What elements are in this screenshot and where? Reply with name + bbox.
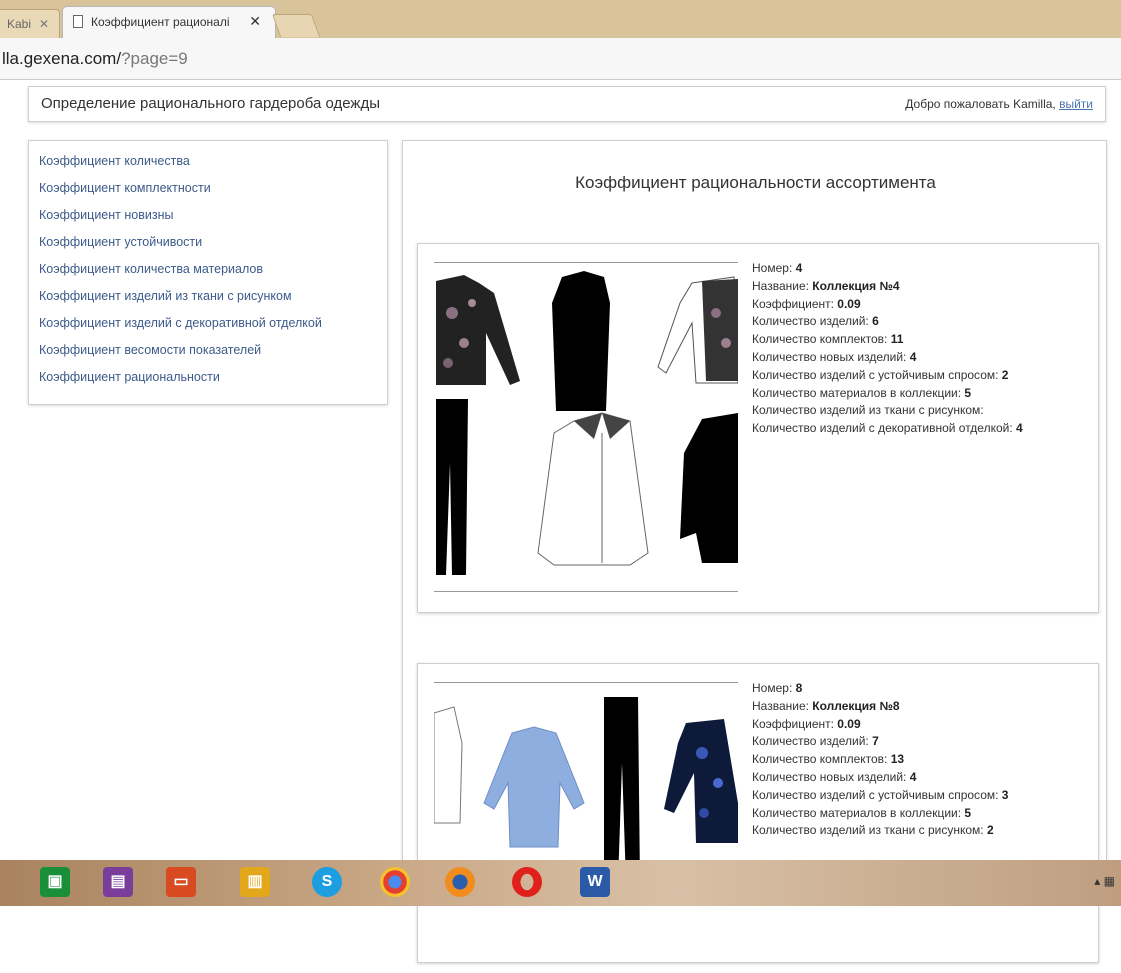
store-icon[interactable]: ▣ (40, 867, 70, 897)
info-row: Количество изделий с декоративной отделк… (752, 421, 1023, 436)
sidebar-item-stability[interactable]: Коэффициент устойчивости (39, 234, 377, 261)
collection-image (433, 682, 738, 973)
info-row: Количество изделий с устойчивым спросом:… (752, 367, 1009, 382)
main-content: Коэффициент рациональности ассортимента (402, 140, 1107, 963)
sidebar-item-quantity[interactable]: Коэффициент количества (39, 153, 377, 180)
sidebar-item-novelty[interactable]: Коэффициент новизны (39, 207, 377, 234)
tab-title: Коэффициент рационалі (91, 15, 230, 29)
info-row: Коэффициент: 0.09 (752, 716, 861, 731)
info-row: Количество материалов в коллекции: 5 (752, 805, 972, 820)
page: Определение рационального гардероба одеж… (0, 80, 1121, 963)
welcome-area: Добро пожаловать Kamilla, выйти (905, 97, 1093, 111)
sidebar-item-decorative[interactable]: Коэффициент изделий с декоративной отдел… (39, 315, 377, 342)
browser-tab-active[interactable]: Коэффициент рационалі ✕ (62, 6, 276, 38)
skype-icon[interactable]: S (312, 867, 342, 897)
welcome-text: Добро пожаловать Kamilla, (905, 97, 1056, 111)
new-tab-button[interactable] (271, 14, 321, 37)
info-row: Количество комплектов: 11 (752, 332, 904, 347)
document-icon (73, 15, 83, 28)
info-row: Количество изделий: 6 (752, 314, 879, 329)
sidebar-item-rationality[interactable]: Коэффициент рациональности (39, 369, 377, 396)
sidebar-item-pattern-fabric[interactable]: Коэффициент изделий из ткани с рисунком (39, 288, 377, 315)
info-row: Количество материалов в коллекции: 5 (752, 385, 972, 400)
info-row: Количество комплектов: 13 (752, 752, 905, 767)
info-row: Название: Коллекция №8 (752, 698, 900, 713)
page-title: Коэффициент рациональности ассортимента (575, 173, 936, 192)
collection-info: Номер: 4 Название: Коллекция №4 Коэффици… (752, 260, 1023, 438)
info-row: Количество изделий из ткани с рисунком: … (752, 823, 994, 838)
info-row: Количество новых изделий: 4 (752, 769, 917, 784)
collection-image (434, 262, 739, 592)
tab-label: Kabi (7, 17, 32, 31)
browser-tab-previous[interactable]: Kabi ✕ (0, 9, 60, 38)
info-row: Количество новых изделий: 4 (752, 349, 917, 364)
taskbar: ▣ ▤ ▭ ▥ S W ▴ ▦ (0, 860, 1121, 906)
word-icon[interactable]: W (580, 867, 610, 897)
close-icon[interactable]: ✕ (39, 10, 49, 39)
system-tray: ▴ ▦ (1094, 874, 1115, 888)
collection-card: Номер: 4 Название: Коллекция №4 Коэффици… (417, 243, 1099, 613)
sidebar-item-weight[interactable]: Коэффициент весомости показателей (39, 342, 377, 369)
info-row: Количество изделий из ткани с рисунком: (752, 403, 984, 418)
onenote-icon[interactable]: ▤ (103, 867, 133, 897)
url-text: lla.gexena.com/?page=9 (2, 49, 188, 69)
close-icon[interactable]: ✕ (249, 13, 261, 30)
address-bar[interactable]: lla.gexena.com/?page=9 (0, 38, 1121, 80)
site-header: Определение рационального гардероба одеж… (28, 86, 1106, 122)
url-path: ?page=9 (121, 49, 188, 68)
logout-link[interactable]: выйти (1059, 97, 1093, 111)
info-row: Коэффициент: 0.09 (752, 296, 861, 311)
info-row: Количество изделий: 7 (752, 734, 879, 749)
chrome-icon[interactable] (380, 867, 410, 897)
sidebar-item-materials[interactable]: Коэффициент количества материалов (39, 261, 377, 288)
photos-icon[interactable]: ▭ (166, 867, 196, 897)
info-row: Номер: 8 (752, 681, 803, 695)
sidebar: Коэффициент количества Коэффициент компл… (28, 140, 388, 405)
collection-card: Номер: 8 Название: Коллекция №8 Коэффици… (417, 663, 1099, 963)
site-title: Определение рационального гардероба одеж… (41, 95, 381, 112)
files-icon[interactable]: ▥ (240, 867, 270, 897)
firefox-icon[interactable] (445, 867, 475, 897)
browser-tab-bar: Kabi ✕ Коэффициент рационалі ✕ (0, 0, 1121, 38)
opera-icon[interactable] (512, 867, 542, 897)
collection-info: Номер: 8 Название: Коллекция №8 Коэффици… (752, 680, 1008, 840)
url-host: lla.gexena.com/ (2, 49, 122, 68)
info-row: Количество изделий с устойчивым спросом:… (752, 787, 1009, 802)
info-row: Номер: 4 (752, 261, 803, 275)
sidebar-item-completeness[interactable]: Коэффициент комплектности (39, 180, 377, 207)
info-row: Название: Коллекция №4 (752, 278, 900, 293)
